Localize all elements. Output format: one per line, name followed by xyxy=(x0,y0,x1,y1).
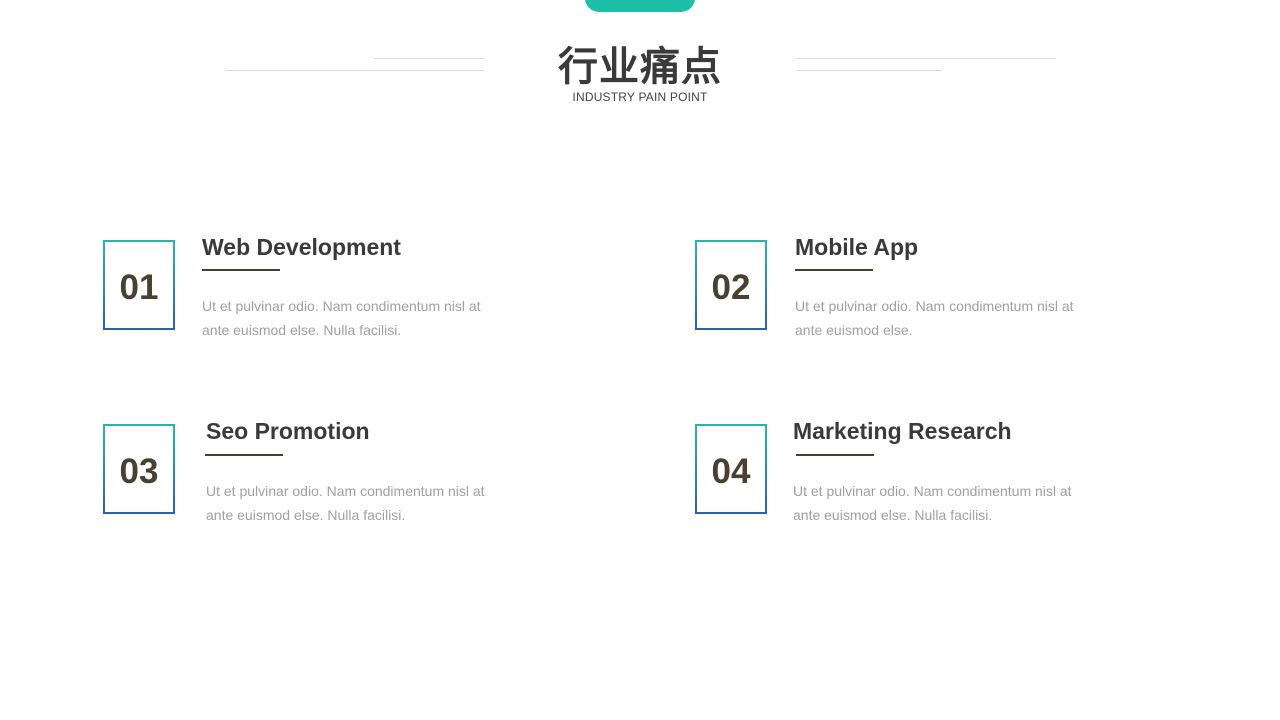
item-number: 02 xyxy=(711,267,751,307)
item-number: 03 xyxy=(119,451,159,491)
title-underline xyxy=(205,454,283,456)
number-box: 04 xyxy=(695,424,767,514)
item-title: Web Development xyxy=(202,234,401,260)
item-description: Ut et pulvinar odio. Nam condimentum nis… xyxy=(206,483,485,523)
item-title: Seo Promotion xyxy=(206,418,370,444)
number-box: 03 xyxy=(103,424,175,514)
item-number: 01 xyxy=(119,267,159,307)
item-title: Mobile App xyxy=(795,234,919,260)
top-accent-tab xyxy=(585,0,695,12)
item-description: Ut et pulvinar odio. Nam condimentum nis… xyxy=(202,298,481,338)
title-underline xyxy=(202,269,280,271)
item-title: Marketing Research xyxy=(793,418,1012,444)
item-number: 04 xyxy=(711,451,751,491)
title-underline xyxy=(796,454,874,456)
item-description: Ut et pulvinar odio. Nam condimentum nis… xyxy=(793,483,1072,523)
number-box: 02 xyxy=(695,240,767,330)
page-title: 行业痛点 xyxy=(558,44,722,90)
title-underline xyxy=(795,269,873,271)
page-subtitle: INDUSTRY PAIN POINT xyxy=(572,90,708,104)
item-description: Ut et pulvinar odio. Nam condimentum nis… xyxy=(795,298,1074,338)
number-box: 01 xyxy=(103,240,175,330)
